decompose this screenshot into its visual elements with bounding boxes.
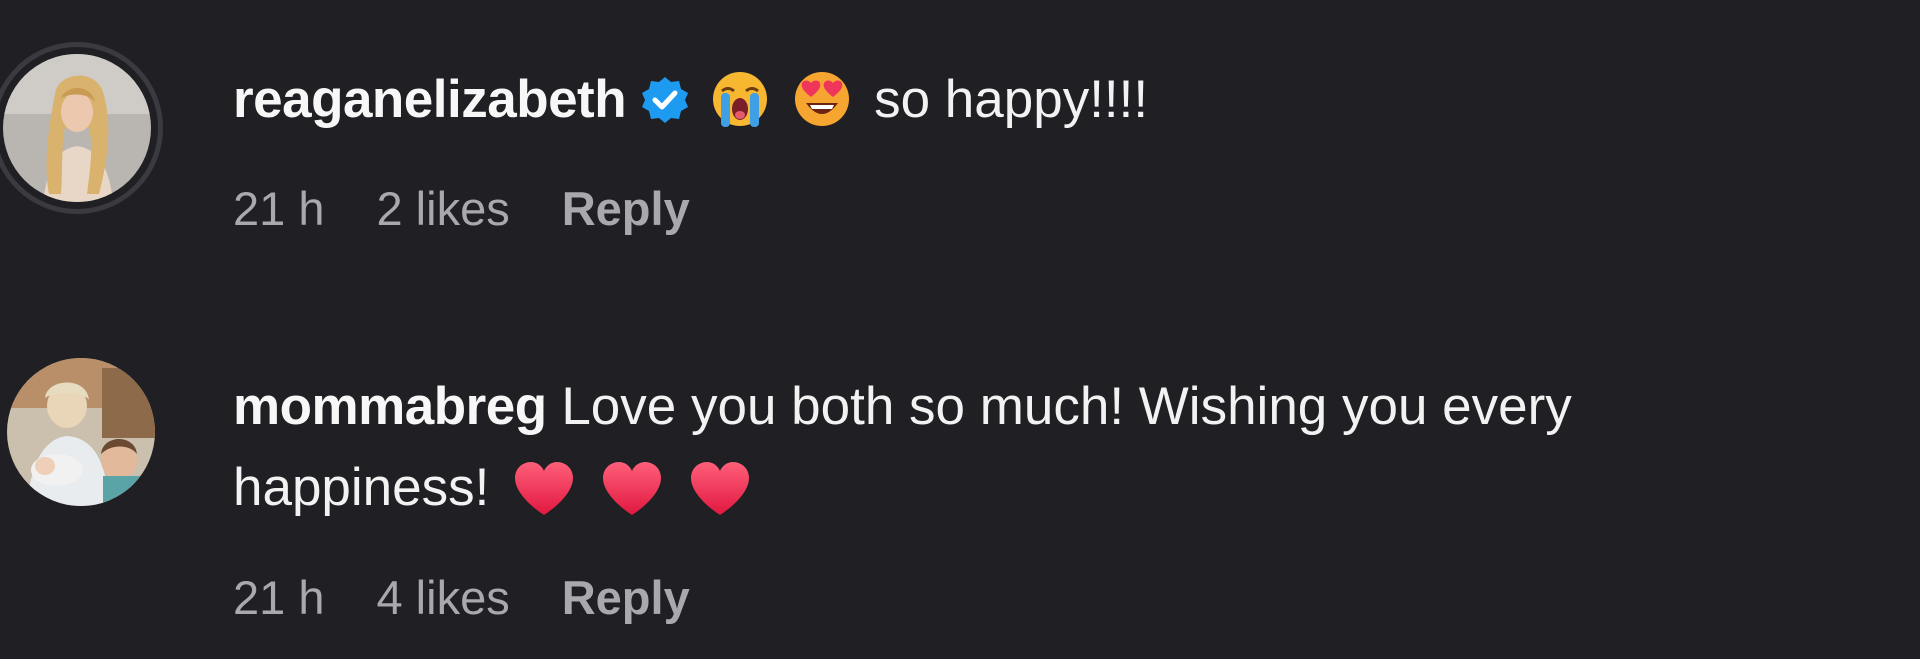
username[interactable]: mommabreg [233,377,547,436]
red-heart-icon [599,458,665,518]
comment-likes[interactable]: 2 likes [376,182,509,235]
comment-meta: 21 h 2 likes Reply [233,181,742,236]
comment-text-row-2: happiness! [233,444,753,532]
reply-button[interactable]: Reply [562,182,690,235]
comment-time[interactable]: 21 h [233,571,324,624]
reply-button[interactable]: Reply [562,571,690,624]
comment-time[interactable]: 21 h [233,182,324,235]
avatar[interactable] [7,358,155,506]
comment-text-line-1: Love you both so much! Wishing you every [561,377,1572,436]
comment-meta: 21 h 4 likes Reply [233,570,742,625]
red-heart-icon [511,458,577,518]
red-heart-icon [687,458,753,518]
smiling-face-with-heart-eyes-icon [792,68,852,128]
comment-text-line-2: happiness! [233,458,490,517]
avatar[interactable] [3,54,151,202]
comment-likes[interactable]: 4 likes [376,571,509,624]
comment-text-row: mommabreg Love you both so much! Wishing… [233,363,1572,451]
comment-text-row: reaganelizabeth so happy!!!! [233,56,1148,144]
loudly-crying-face-icon [710,68,770,128]
comment-text: so happy!!!! [874,70,1149,129]
username[interactable]: reaganelizabeth [233,70,627,129]
avatar-ring[interactable] [0,42,163,214]
verified-badge-icon [640,64,690,123]
